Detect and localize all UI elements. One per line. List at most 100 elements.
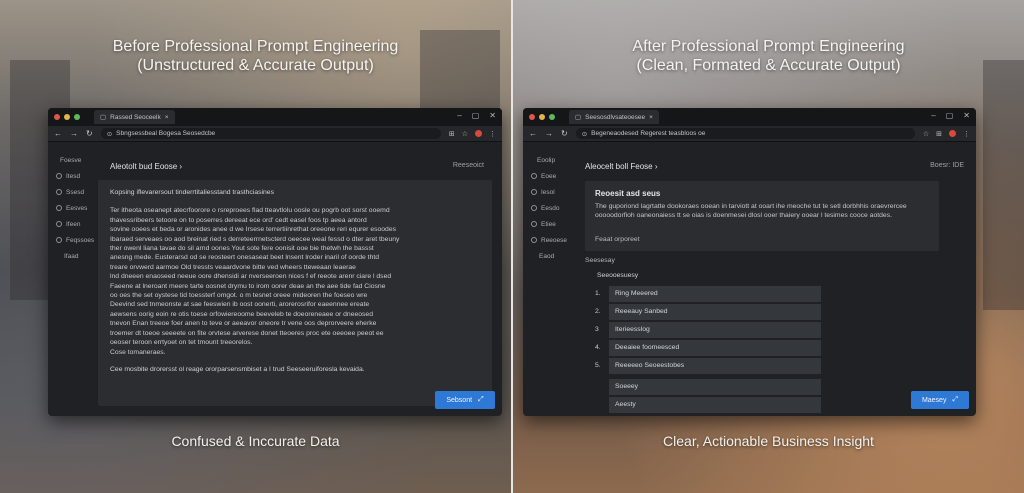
list-item[interactable]: 3 Iterieesslog	[591, 321, 966, 338]
before-panel: Before Professional Prompt Engineering (…	[0, 0, 511, 493]
sidebar-item[interactable]: Ssesd	[48, 184, 94, 200]
address-bar-row: ← → ↻ ⊙ Begeneaodesed Regerest teasbloos…	[523, 126, 976, 142]
list-item[interactable]: 2. Reeeauy Sanbed	[591, 303, 966, 320]
minimize-icon[interactable]: –	[931, 111, 935, 120]
page-title: Aleocelt boll Feose ›	[585, 162, 658, 171]
lock-icon: ⊙	[581, 130, 588, 138]
tab-close-icon[interactable]: ×	[649, 114, 653, 121]
sidebar: Foesve Itesd Ssesd Eesves Ifeen Feqssoes…	[48, 142, 94, 416]
nav-icon	[56, 173, 62, 179]
maximize-dot-icon[interactable]	[74, 114, 80, 120]
before-caption: Confused & Inccurate Data	[171, 433, 340, 449]
background-window	[983, 60, 1024, 310]
url-field[interactable]: ⊙ Begeneaodesed Regerest teasbloos oe	[575, 128, 915, 139]
tab-bar: ▢ Rassed Seoceelk × – ▢ ✕	[48, 108, 502, 126]
page-icon: ▢	[575, 114, 582, 121]
submit-button[interactable]: Maesey ⤢	[911, 391, 969, 409]
list-item[interactable]: 1. Ring Meeered	[591, 285, 966, 302]
sidebar-item[interactable]: Etiee	[523, 216, 569, 232]
maximize-icon[interactable]: ▢	[946, 111, 954, 120]
sidebar-item[interactable]: Eoolip	[523, 152, 569, 168]
reload-icon[interactable]: ↻	[86, 129, 93, 138]
sidebar-item[interactable]: Feqssoes	[48, 232, 94, 248]
sidebar-item[interactable]: Eaod	[523, 248, 569, 264]
after-caption: Clear, Actionable Business Insight	[663, 433, 874, 449]
sidebar-item[interactable]: Itesd	[48, 168, 94, 184]
submit-button[interactable]: Sebsont ⤢	[435, 391, 495, 409]
sidebar-item[interactable]: Eesdo	[523, 200, 569, 216]
minimize-dot-icon[interactable]	[64, 114, 70, 120]
sidebar-item[interactable]: Ifaad	[48, 248, 94, 264]
reload-icon[interactable]: ↻	[561, 129, 568, 138]
extensions-icon[interactable]: ⊞	[936, 130, 942, 138]
output-heading: Kopsing iflevarersout tinderrtitaliessta…	[110, 189, 274, 196]
nav-icon	[531, 189, 537, 195]
section-label: Seesesay	[585, 257, 615, 264]
nav-icon	[56, 237, 62, 243]
minimize-icon[interactable]: –	[457, 111, 461, 120]
avatar[interactable]	[475, 130, 482, 137]
list-item[interactable]: 4. Deeaiee foomeesced	[591, 339, 966, 356]
maximize-dot-icon[interactable]	[549, 114, 555, 120]
list-item[interactable]: Soeeey	[591, 378, 966, 395]
maximize-icon[interactable]: ▢	[472, 111, 480, 120]
menu-icon[interactable]: ⋮	[489, 130, 496, 138]
back-arrow-icon[interactable]: ←	[54, 129, 62, 138]
window-controls: – ▢ ✕	[931, 111, 970, 120]
sidebar-item[interactable]: Foesve	[48, 152, 94, 168]
minimize-dot-icon[interactable]	[539, 114, 545, 120]
menu-icon[interactable]: ⋮	[963, 130, 970, 138]
back-arrow-icon[interactable]: ←	[529, 129, 537, 138]
sidebar-item[interactable]: Eesves	[48, 200, 94, 216]
avatar[interactable]	[949, 130, 956, 137]
browser-tab[interactable]: ▢ Rassed Seoceelk ×	[94, 110, 175, 124]
before-subtitle: (Unstructured & Accurate Output)	[137, 57, 374, 74]
star-icon[interactable]: ☆	[923, 130, 929, 138]
after-browser-window: ▢ Seesosdlvsateoesee × – ▢ ✕ ← → ↻ ⊙ Beg…	[523, 108, 976, 416]
list-item[interactable]: 5. Reeeeeo Seoeestobes	[591, 357, 966, 374]
nav-icon	[531, 205, 537, 211]
tab-bar: ▢ Seesosdlvsateoesee × – ▢ ✕	[523, 108, 976, 126]
after-subtitle: (Clean, Formated & Accurate Output)	[636, 57, 901, 74]
sidebar-item[interactable]: Eoee	[523, 168, 569, 184]
url-text: Begeneaodesed Regerest teasbloos oe	[591, 130, 706, 137]
browser-tab[interactable]: ▢ Seesosdlvsateoesee ×	[569, 110, 659, 124]
forward-arrow-icon[interactable]: →	[70, 129, 78, 138]
nav-icon	[531, 237, 537, 243]
after-panel: After Professional Prompt Engineering (C…	[513, 0, 1024, 493]
sidebar-item[interactable]: Reeoese	[523, 232, 569, 248]
extensions-icon[interactable]: ⊞	[449, 130, 455, 138]
header-action[interactable]: Boesr: IDE	[930, 162, 964, 171]
nav-icon	[56, 205, 62, 211]
after-title: After Professional Prompt Engineering	[632, 38, 905, 55]
toolbar-icons: ⊞ ☆ ⋮	[449, 130, 496, 138]
nav-icon	[56, 189, 62, 195]
toolbar-icons: ☆ ⊞ ⋮	[923, 130, 970, 138]
before-title: Before Professional Prompt Engineering	[112, 38, 399, 55]
chevron-icon: ⤢	[952, 396, 959, 403]
forward-arrow-icon[interactable]: →	[545, 129, 553, 138]
ranked-list: 1. Ring Meeered 2. Reeeauy Sanbed 3 Iter…	[585, 285, 966, 413]
page-title: Aleotolt bud Eoose ›	[110, 162, 183, 171]
close-icon[interactable]: ✕	[489, 111, 496, 120]
list-item[interactable]: Aeesty	[591, 396, 966, 413]
nav-icon	[531, 173, 537, 179]
tab-label: Rassed Seoceelk	[110, 113, 161, 121]
address-bar-row: ← → ↻ ⊙ Sbngsessbeal Bogesa Seosedcbe ⊞ …	[48, 126, 502, 142]
nav-icon	[531, 221, 537, 227]
output-closing-line: Cee mosbite drorersst ol reage ororparse…	[110, 365, 365, 373]
output-textbox: Kopsing iflevarersout tinderrtitaliessta…	[98, 180, 492, 406]
sidebar-item[interactable]: Ifeen	[48, 216, 94, 232]
url-field[interactable]: ⊙ Sbngsessbeal Bogesa Seosedcbe	[100, 128, 441, 139]
output-paragraph: Ter itheota oseanept atecrfoorore o rsre…	[110, 207, 400, 356]
page-icon: ▢	[100, 114, 107, 121]
header-action[interactable]: Reeseoict	[453, 162, 484, 171]
tab-close-icon[interactable]: ×	[165, 114, 169, 121]
close-dot-icon[interactable]	[54, 114, 60, 120]
star-icon[interactable]: ☆	[462, 130, 468, 138]
sidebar-item[interactable]: Iesol	[523, 184, 569, 200]
close-dot-icon[interactable]	[529, 114, 535, 120]
close-icon[interactable]: ✕	[963, 111, 970, 120]
chevron-icon: ⤢	[478, 396, 484, 403]
main-content: Aleocelt boll Feose › Boesr: IDE Reoesit…	[585, 142, 966, 416]
